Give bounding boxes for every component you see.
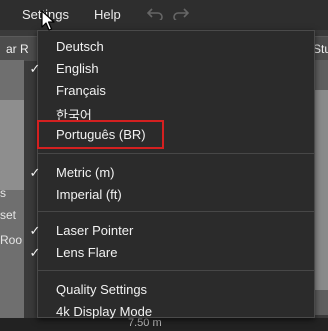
menu-separator <box>38 270 314 271</box>
menu-item-francais[interactable]: Français <box>38 80 314 102</box>
menu-item-label: Metric (m) <box>56 165 115 180</box>
menu-item-quality-settings[interactable]: Quality Settings <box>38 279 314 301</box>
menu-item-lens-flare[interactable]: ✓ Lens Flare <box>30 242 314 264</box>
highlight-box <box>37 120 164 149</box>
redo-icon[interactable] <box>172 6 190 24</box>
background-viewport-right <box>315 60 328 315</box>
background-text-3: Roo <box>0 233 23 247</box>
menu-item-imperial[interactable]: Imperial (ft) <box>38 184 314 206</box>
menu-item-label: Français <box>56 83 106 98</box>
settings-dropdown: Deutsch ✓ English Français 한국어 Português… <box>30 30 315 319</box>
menu-item-label: Imperial (ft) <box>56 187 122 202</box>
background-wall <box>315 90 328 290</box>
check-icon: ✓ <box>29 223 41 238</box>
background-door <box>0 100 24 190</box>
menu-item-4k-display-mode[interactable]: 4k Display Mode <box>38 301 314 323</box>
mouse-cursor-icon <box>41 10 55 37</box>
menu-item-deutsch[interactable]: Deutsch <box>38 36 314 58</box>
check-icon: ✓ <box>29 61 41 76</box>
menu-item-label: 4k Display Mode <box>56 304 153 319</box>
menu-item-label: Quality Settings <box>56 282 148 297</box>
check-icon: ✓ <box>29 165 41 180</box>
help-menu[interactable]: Help <box>94 7 121 22</box>
menu-item-english[interactable]: ✓ English <box>30 58 314 80</box>
background-tab-right-label: Stu <box>313 42 328 56</box>
undo-icon[interactable] <box>146 6 164 24</box>
menu-separator <box>38 153 314 154</box>
menu-item-label: Laser Pointer <box>56 223 134 238</box>
menu-item-label: English <box>56 61 99 76</box>
background-text-1: s <box>0 186 6 200</box>
background-tab-left-label: ar R <box>6 42 29 56</box>
menu-item-laser-pointer[interactable]: ✓ Laser Pointer <box>30 220 314 242</box>
menu-item-metric[interactable]: ✓ Metric (m) <box>30 162 314 184</box>
check-icon: ✓ <box>29 245 41 260</box>
menu-separator <box>38 211 314 212</box>
menu-item-label: Lens Flare <box>56 245 118 260</box>
menu-item-label: Deutsch <box>56 39 104 54</box>
background-text-2: set <box>0 208 17 222</box>
